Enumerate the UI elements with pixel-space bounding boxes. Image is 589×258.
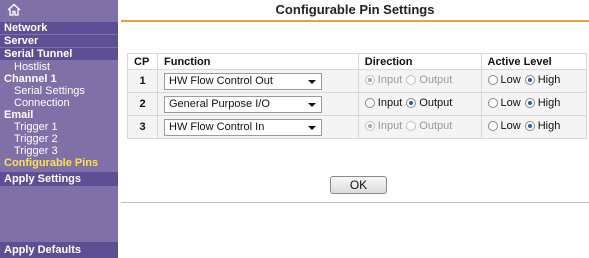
cp-number: 3 (127, 115, 158, 139)
page-title: Configurable Pin Settings (121, 0, 589, 22)
direction-output-label: Output (419, 120, 453, 132)
direction-input-option[interactable]: Input (364, 97, 403, 109)
direction-input-option[interactable]: Input (364, 74, 403, 86)
table-row: 3 HW Flow Control In Input Output Low Hi… (127, 115, 587, 139)
direction-input-radio[interactable] (364, 121, 375, 131)
direction-input-option[interactable]: Input (364, 120, 403, 132)
sidebar-item-serial-settings[interactable]: Serial Settings (0, 85, 118, 97)
level-high-option[interactable]: High (524, 120, 561, 132)
direction-input-radio[interactable] (364, 98, 375, 108)
column-header-direction: Direction (357, 53, 482, 70)
direction-output-label: Output (419, 97, 453, 109)
divider (121, 202, 589, 203)
direction-cell: Input Output (357, 69, 482, 93)
direction-input-label: Input (377, 120, 403, 132)
apply-settings-button[interactable]: Apply Settings (0, 172, 118, 186)
apply-defaults-button[interactable]: Apply Defaults (0, 242, 118, 258)
sidebar-item-server[interactable]: Server (0, 35, 118, 47)
chevron-down-icon (308, 79, 316, 84)
direction-output-radio[interactable] (406, 121, 417, 131)
level-cell: Low High (480, 69, 587, 93)
table-row: 2 General Purpose I/O Input Output Low H… (127, 92, 587, 116)
direction-output-option[interactable]: Output (406, 97, 452, 109)
home-link[interactable] (0, 0, 118, 22)
level-low-label: Low (500, 120, 521, 132)
sidebar: Network Server Serial Tunnel Hostlist Ch… (0, 0, 118, 258)
level-low-label: Low (500, 97, 521, 109)
sidebar-item-channel-1[interactable]: Channel 1 (0, 73, 118, 85)
cp-number: 1 (127, 69, 158, 93)
level-cell: Low High (480, 115, 587, 139)
column-header-function: Function (157, 53, 359, 70)
level-high-option[interactable]: High (524, 74, 561, 86)
sidebar-item-serial-tunnel[interactable]: Serial Tunnel (0, 48, 118, 60)
level-low-option[interactable]: Low (487, 74, 521, 86)
page: Network Server Serial Tunnel Hostlist Ch… (0, 0, 589, 258)
ok-button[interactable]: OK (330, 176, 387, 194)
level-high-label: High (537, 97, 561, 109)
function-select-value: HW Flow Control In (169, 120, 265, 133)
level-high-radio[interactable] (524, 121, 535, 131)
level-low-radio[interactable] (487, 75, 498, 85)
sidebar-item-connection[interactable]: Connection (0, 97, 118, 109)
sidebar-item-configurable-pins[interactable]: Configurable Pins (0, 157, 118, 169)
direction-output-option[interactable]: Output (406, 74, 452, 86)
direction-input-label: Input (377, 74, 403, 86)
home-icon[interactable] (7, 3, 21, 16)
level-low-label: Low (500, 74, 521, 86)
direction-input-radio[interactable] (364, 75, 375, 85)
function-select-value: HW Flow Control Out (169, 74, 273, 87)
direction-cell: Input Output (357, 92, 482, 116)
column-header-active-level: Active Level (480, 53, 587, 70)
sidebar-item-hostlist[interactable]: Hostlist (0, 61, 118, 73)
sidebar-item-trigger-3[interactable]: Trigger 3 (0, 145, 118, 157)
level-low-radio[interactable] (487, 121, 498, 131)
level-low-radio[interactable] (487, 98, 498, 108)
direction-output-option[interactable]: Output (406, 120, 452, 132)
chevron-down-icon (308, 102, 316, 107)
cp-number: 2 (127, 92, 158, 116)
sidebar-item-trigger-1[interactable]: Trigger 1 (0, 121, 118, 133)
level-high-label: High (537, 120, 561, 132)
level-low-option[interactable]: Low (487, 97, 521, 109)
table-row: 1 HW Flow Control Out Input Output Low H… (127, 69, 587, 93)
direction-output-radio[interactable] (406, 75, 417, 85)
function-select[interactable]: General Purpose I/O (164, 95, 322, 113)
pin-settings-table: CP Function Direction Active Level 1 HW … (127, 53, 587, 139)
chevron-down-icon (308, 125, 316, 130)
main-content: Configurable Pin Settings CP Function Di… (121, 0, 589, 258)
level-high-radio[interactable] (524, 75, 535, 85)
direction-output-radio[interactable] (406, 98, 417, 108)
function-cell: HW Flow Control Out (157, 69, 359, 93)
level-cell: Low High (480, 92, 587, 116)
level-high-radio[interactable] (524, 98, 535, 108)
column-header-cp: CP (127, 53, 158, 70)
function-select[interactable]: HW Flow Control Out (164, 72, 322, 90)
level-high-label: High (537, 74, 561, 86)
direction-output-label: Output (419, 74, 453, 86)
function-cell: General Purpose I/O (157, 92, 359, 116)
sidebar-item-network[interactable]: Network (0, 22, 118, 34)
level-low-option[interactable]: Low (487, 120, 521, 132)
function-cell: HW Flow Control In (157, 115, 359, 139)
sidebar-item-trigger-2[interactable]: Trigger 2 (0, 133, 118, 145)
direction-cell: Input Output (357, 115, 482, 139)
function-select[interactable]: HW Flow Control In (164, 118, 322, 136)
direction-input-label: Input (377, 97, 403, 109)
function-select-value: General Purpose I/O (169, 97, 270, 110)
level-high-option[interactable]: High (524, 97, 561, 109)
table-header-row: CP Function Direction Active Level (127, 53, 587, 70)
sidebar-item-email[interactable]: Email (0, 109, 118, 121)
